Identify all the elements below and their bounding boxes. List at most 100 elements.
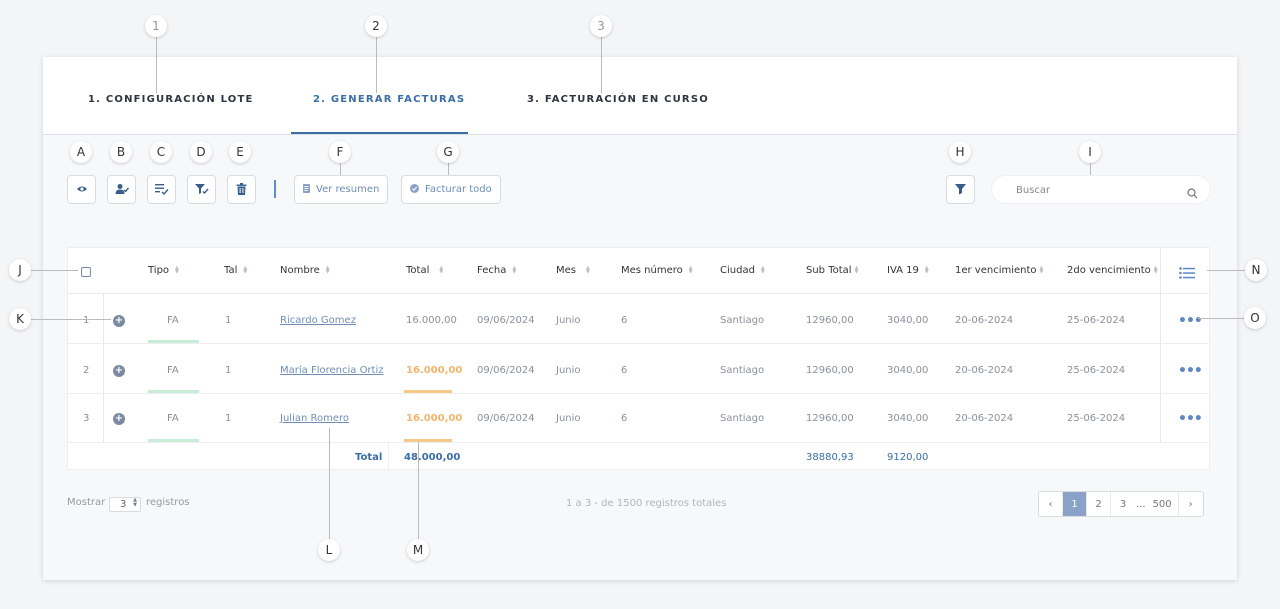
sort-icon: ▲ ▼ <box>439 265 444 275</box>
callout-l-leader <box>329 428 330 539</box>
step-leader-3 <box>601 37 602 93</box>
callout-f: F <box>329 141 351 163</box>
sort-icon: ▲ ▼ <box>854 265 859 275</box>
select-all-checkbox[interactable] <box>81 267 91 277</box>
sort-icon: ▲ ▼ <box>325 265 330 275</box>
cell-total: 16.000,00 <box>406 413 463 424</box>
sort-icon: ▲ ▼ <box>924 265 929 275</box>
cell-fecha: 09/06/2024 <box>477 365 535 376</box>
totals-total: 48.000,00 <box>404 452 461 463</box>
cell-ciudad: Santiago <box>720 365 765 376</box>
sort-icon: ▲ ▼ <box>586 265 590 275</box>
row-number: 3 <box>83 413 90 424</box>
table-row[interactable]: 2 + FA 1 María Florencia Ortiz 16.000,00… <box>68 344 1209 394</box>
user-check-icon <box>115 180 129 199</box>
header-nombre[interactable]: Nombre ▲ ▼ <box>280 265 330 276</box>
cell-tal: 1 <box>225 413 232 424</box>
cell-sub-total: 12960,00 <box>806 413 854 424</box>
view-button[interactable] <box>67 175 96 204</box>
cell-fecha: 09/06/2024 <box>477 413 535 424</box>
header-ciudad[interactable]: Ciudad ▲ ▼ <box>720 265 765 276</box>
header-2do-vencimiento[interactable]: 2do vencimiento ▲ ▼ <box>1067 265 1158 276</box>
filter-check-icon <box>194 180 209 199</box>
cell-total: 16.000,00 <box>406 315 457 326</box>
callout-o: O <box>1244 307 1266 329</box>
header-tipo[interactable]: Tipo ▲ ▼ <box>148 265 179 276</box>
callout-n-leader <box>1207 270 1245 271</box>
page-button-2[interactable]: 2 <box>1087 492 1111 516</box>
sort-icon: ▲ ▼ <box>1039 265 1044 275</box>
step-marker-1: 1 <box>145 15 167 37</box>
sort-icon: ▲ ▼ <box>512 265 517 275</box>
callout-j: J <box>9 259 31 281</box>
cell-sub-total: 12960,00 <box>806 315 854 326</box>
cell-total: 16.000,00 <box>406 365 463 376</box>
cell-tipo: FA <box>167 315 179 326</box>
header-tal[interactable]: Tal ▲ ▼ <box>224 265 247 276</box>
callout-f-leader <box>340 163 341 175</box>
column-settings-icon[interactable] <box>1179 264 1195 283</box>
header-fecha[interactable]: Fecha ▲ ▼ <box>477 265 516 276</box>
header-iva[interactable]: IVA 19 ▲ ▼ <box>887 265 929 276</box>
delete-button[interactable] <box>227 175 256 204</box>
callout-h: H <box>949 141 971 163</box>
tab-configuracion-lote[interactable]: 1. CONFIGURACIÓN LOTE <box>88 94 254 105</box>
expand-row-icon[interactable]: + <box>113 315 125 327</box>
tab-generar-facturas[interactable]: 2. GENERAR FACTURAS <box>313 94 465 105</box>
assign-user-button[interactable] <box>107 175 136 204</box>
filter-check-button[interactable] <box>187 175 216 204</box>
cell-nombre-link[interactable]: Ricardo Gomez <box>280 315 356 326</box>
prev-page-button[interactable]: ‹ <box>1039 492 1063 516</box>
row-actions-icon[interactable]: ••• <box>1178 363 1203 379</box>
step-leader-1 <box>156 37 157 93</box>
callout-b: B <box>110 141 132 163</box>
cell-nombre-link[interactable]: Julian Romero <box>280 413 349 424</box>
search-icon[interactable] <box>1187 184 1198 203</box>
callout-o-leader <box>1198 318 1244 319</box>
per-page-stepper[interactable]: 3 ▲ ▼ <box>109 497 141 512</box>
tab-facturacion-en-curso[interactable]: 3. FACTURACIÓN EN CURSO <box>527 94 709 105</box>
facturar-todo-button[interactable]: Facturar todo <box>401 175 501 204</box>
expand-row-icon[interactable]: + <box>113 365 125 377</box>
table-row[interactable]: 3 + FA 1 Julian Romero 16.000,00 09/06/2… <box>68 394 1209 443</box>
sort-icon: ▲ ▼ <box>243 265 248 275</box>
next-page-button[interactable]: › <box>1179 492 1203 516</box>
facturar-todo-label: Facturar todo <box>425 184 492 195</box>
cell-2do-vencimiento: 25-06-2024 <box>1067 413 1126 424</box>
page-button-1[interactable]: 1 <box>1063 492 1087 516</box>
callout-k: K <box>9 308 31 330</box>
cell-1er-vencimiento: 20-06-2024 <box>955 315 1014 326</box>
cell-nombre-link[interactable]: María Florencia Ortiz <box>280 365 384 376</box>
expand-row-icon[interactable]: + <box>113 413 125 425</box>
column-divider <box>388 443 389 471</box>
totals-sub-total: 38880,93 <box>806 452 854 463</box>
header-sub-total[interactable]: Sub Total ▲ ▼ <box>806 265 858 276</box>
cell-sub-total: 12960,00 <box>806 365 854 376</box>
sort-icon: ▲ ▼ <box>175 265 179 275</box>
cell-mes: Junio <box>556 365 581 376</box>
checklist-button[interactable] <box>147 175 176 204</box>
row-actions-icon[interactable]: ••• <box>1178 313 1203 329</box>
header-total[interactable]: Total ▲ ▼ <box>406 265 443 276</box>
callout-g-leader <box>448 163 449 175</box>
sort-icon: ▲ ▼ <box>1153 265 1158 275</box>
invoices-table: Tipo ▲ ▼ Tal ▲ ▼ Nombre ▲ ▼ Total ▲ ▼ Fecha ▲ ▼ Me… <box>67 247 1210 471</box>
row-actions-icon[interactable]: ••• <box>1178 411 1203 427</box>
table-row[interactable]: 1 + FA 1 Ricardo Gomez 16.000,00 09/06/2… <box>68 294 1209 344</box>
header-mes-numero[interactable]: Mes número ▲ ▼ <box>621 265 693 276</box>
cell-1er-vencimiento: 20-06-2024 <box>955 365 1014 376</box>
ver-resumen-button[interactable]: Ver resumen <box>294 175 389 204</box>
page-button-500[interactable]: 500 <box>1147 492 1179 516</box>
header-mes[interactable]: Mes ▲ ▼ <box>556 265 590 276</box>
cell-mes-numero: 6 <box>621 365 628 376</box>
stepper-arrows-icon[interactable]: ▲ ▼ <box>133 498 137 508</box>
records-label: registros <box>146 497 190 508</box>
search-input[interactable] <box>1016 182 1176 198</box>
chevron-left-icon: ‹ <box>1048 498 1053 510</box>
cell-tipo: FA <box>167 365 179 376</box>
header-1er-vencimiento[interactable]: 1er vencimiento ▲ ▼ <box>955 265 1043 276</box>
totals-iva: 9120,00 <box>887 452 929 463</box>
pagination: ‹ 1 2 3 ... 500 › <box>1038 491 1204 517</box>
filter-button[interactable] <box>946 175 975 204</box>
page-button-3[interactable]: 3 <box>1111 492 1135 516</box>
